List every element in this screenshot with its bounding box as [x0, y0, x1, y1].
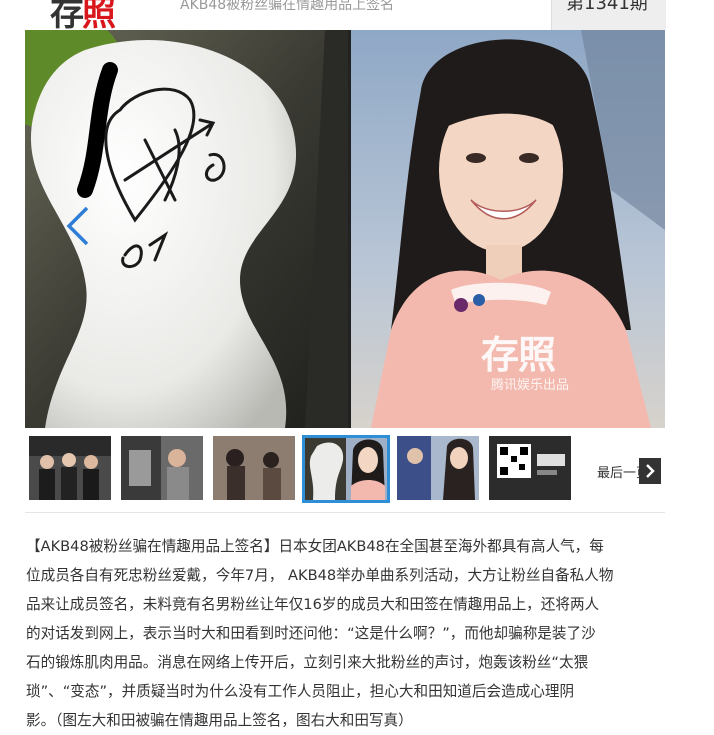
prev-image-arrow-icon[interactable] [63, 206, 93, 246]
article-line-3: 品来让成员签名，未料竟有名男粉丝让年仅16岁的成员大和田签在情趣用品上，还将两人 [26, 596, 600, 613]
logo-text-red: 照 [82, 0, 116, 30]
portrait-watermark-logo: 存照 [481, 333, 556, 377]
article-line-5: 石的锻炼肌肉用品。消息在网络上传开后，立刻引来大批粉丝的声讨，炮轰该粉丝“太猥 [26, 654, 589, 671]
gallery-main-image[interactable]: 存照 腾讯娱乐出品 [25, 30, 665, 428]
thumbnail-3[interactable] [213, 436, 295, 500]
thumbnail-1[interactable] [29, 436, 111, 500]
thumbnail-2[interactable] [121, 436, 203, 500]
article-line-7: 影。（图左大和田被骗在情趣用品上签名，图右大和田写真） [26, 712, 413, 729]
thumbnail-4[interactable] [302, 435, 390, 503]
site-logo[interactable]: 存照 [50, 0, 116, 30]
portrait-watermark-caption: 腾讯娱乐出品 [491, 378, 570, 393]
thumbnail-5[interactable] [397, 436, 479, 500]
photo-signed-object [25, 30, 348, 428]
photo-portrait: 存照 腾讯娱乐出品 [351, 30, 665, 428]
issue-number-box: 第1341期 [551, 0, 666, 30]
section-divider [25, 512, 665, 513]
thumbnail-strip: 最后一页 [25, 432, 665, 508]
site-header: 存照 AKB48被粉丝骗在情趣用品上签名 第1341期 [0, 0, 714, 30]
thumb-next-arrow-icon[interactable] [639, 458, 661, 484]
logo-text: 存 [50, 0, 84, 30]
breadcrumb: AKB48被粉丝骗在情趣用品上签名 [180, 0, 395, 13]
article-line-6: 琐”、“变态”，并质疑当时为什么没有工作人员阻止，担心大和田知道后会造成心理阴 [26, 683, 575, 700]
thumbnail-6[interactable] [489, 436, 571, 500]
article-body: 【AKB48被粉丝骗在情趣用品上签名】日本女团AKB48在全国甚至海外都具有高人… [26, 532, 666, 735]
article-line-4: 的对话发到网上，表示当时大和田看到时还问他：“这是什么啊？”，而他却骗称是装了沙 [26, 625, 596, 642]
article-line-1: 【AKB48被粉丝骗在情趣用品上签名】日本女团AKB48在全国甚至海外都具有高人… [26, 538, 604, 555]
article-line-2: 位成员各自有死忠粉丝爱戴，今年7月， AKB48举办单曲系列活动，大方让粉丝自备… [26, 567, 614, 584]
issue-number: 第1341期 [566, 0, 648, 14]
